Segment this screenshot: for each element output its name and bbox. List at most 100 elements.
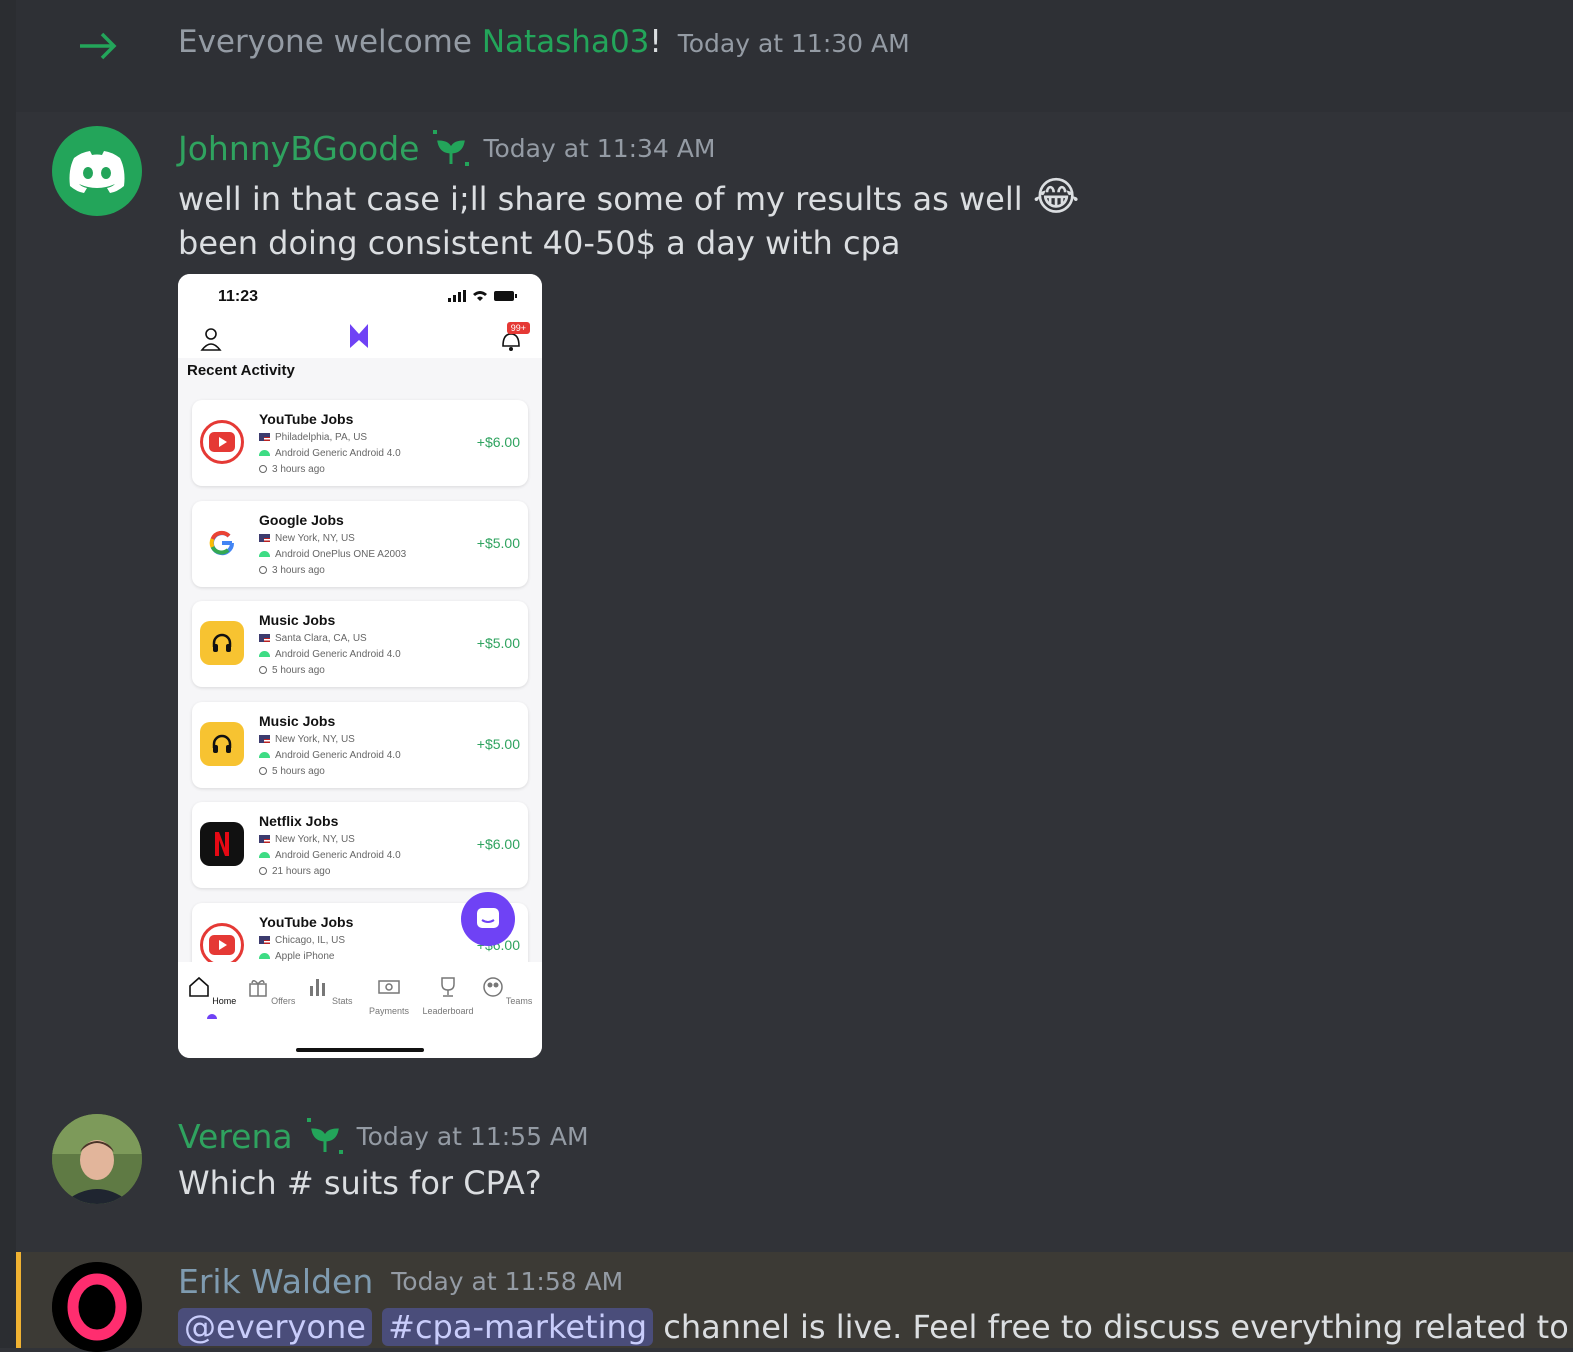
phone-status-bar: 11:23 bbox=[178, 274, 542, 324]
tab-payments[interactable]: Payments bbox=[361, 976, 417, 1016]
job-amount: +$6.00 bbox=[476, 836, 520, 852]
message-line-1: well in that case i;ll share some of my … bbox=[178, 174, 1080, 220]
location-text: New York, NY, US bbox=[275, 733, 355, 745]
time-text: 5 hours ago bbox=[272, 765, 325, 777]
sprout-badge-icon bbox=[306, 1118, 343, 1154]
message-text: well in that case i;ll share some of my … bbox=[178, 180, 1023, 218]
phone-app-bar: 99+ bbox=[178, 322, 542, 358]
location-text: Chicago, IL, US bbox=[275, 934, 346, 946]
cash-icon bbox=[378, 980, 400, 994]
ring-logo-icon bbox=[52, 1262, 142, 1352]
job-title: Google Jobs bbox=[259, 511, 344, 528]
job-amount: +$5.00 bbox=[476, 534, 520, 551]
job-time: 5 hours ago bbox=[259, 766, 325, 777]
device-icon bbox=[259, 751, 270, 758]
system-message-text: Everyone welcome Natasha03! Today at 11:… bbox=[178, 24, 910, 60]
job-amount: +$6.00 bbox=[476, 434, 520, 450]
author-name[interactable]: JohnnyBGoode bbox=[178, 129, 419, 168]
tab-home[interactable]: Home bbox=[184, 976, 240, 1019]
tab-stats[interactable]: Stats bbox=[302, 976, 358, 1006]
location-text: New York, NY, US bbox=[275, 834, 355, 845]
home-icon bbox=[188, 976, 209, 997]
trophy-icon bbox=[441, 977, 455, 997]
section-title: Recent Activity bbox=[187, 362, 295, 379]
us-flag-icon bbox=[259, 935, 270, 944]
tab-teams[interactable]: Teams bbox=[479, 976, 535, 1006]
activity-card[interactable]: Google Jobs New York, NY, US Android OnePl… bbox=[192, 500, 528, 587]
chat-fab-button[interactable] bbox=[461, 892, 515, 946]
everyone-mention[interactable]: @everyone bbox=[178, 1308, 372, 1346]
device-text: Android Generic Android 4.0 bbox=[275, 649, 401, 660]
job-title: Music Jobs bbox=[259, 612, 336, 628]
timestamp: Today at 11:58 AM bbox=[391, 1267, 624, 1296]
joined-username[interactable]: Natasha03 bbox=[482, 24, 650, 60]
tab-label: Payments bbox=[368, 1006, 410, 1016]
job-location: Philadelphia, PA, US bbox=[259, 432, 367, 443]
timestamp: Today at 11:30 AM bbox=[677, 29, 910, 58]
image-attachment[interactable]: 11:23 99+ Recent Activity YouTube Jobs Ph… bbox=[178, 274, 542, 1058]
job-location: New York, NY, US bbox=[259, 834, 355, 845]
system-suffix: ! bbox=[649, 24, 662, 60]
app-logo-icon bbox=[350, 324, 368, 348]
job-amount: +$5.00 bbox=[476, 635, 520, 651]
device-text: Apple iPhone bbox=[275, 950, 335, 962]
tab-label: Stats bbox=[332, 996, 353, 1006]
time-text: 21 hours ago bbox=[272, 866, 331, 877]
device-icon bbox=[259, 550, 270, 557]
job-location: New York, NY, US bbox=[259, 734, 355, 745]
channel-link[interactable]: #cpa-marketing bbox=[382, 1308, 654, 1346]
tab-leaderboard[interactable]: Leaderboard bbox=[420, 976, 476, 1016]
tab-offers[interactable]: Offers bbox=[243, 976, 299, 1006]
device-text: Android Generic Android 4.0 bbox=[275, 850, 401, 861]
avatar[interactable] bbox=[52, 1114, 142, 1204]
signal-icon bbox=[448, 290, 466, 302]
us-flag-icon bbox=[259, 433, 270, 442]
message-header: JohnnyBGoode Today at 11:34 AM bbox=[178, 128, 715, 168]
author-name[interactable]: Verena bbox=[178, 1117, 293, 1156]
home-indicator bbox=[296, 1048, 424, 1052]
location-text: Philadelphia, PA, US bbox=[275, 432, 368, 443]
left-gutter bbox=[0, 0, 16, 1348]
job-title: Netflix Jobs bbox=[259, 813, 339, 829]
avatar[interactable] bbox=[52, 126, 142, 216]
chat-icon bbox=[477, 908, 499, 928]
message-header: Verena Today at 11:55 AM bbox=[178, 1116, 589, 1156]
job-title: YouTube Jobs bbox=[259, 913, 354, 930]
tab-label: Home bbox=[212, 996, 237, 1006]
message-header: Erik Walden Today at 11:58 AM bbox=[178, 1262, 623, 1301]
message-text: Which # suits for CPA? bbox=[178, 1164, 542, 1202]
mention-highlight-bar bbox=[16, 1252, 21, 1348]
tab-label: Leaderboard bbox=[422, 1006, 474, 1016]
message-erik: Erik Walden Today at 11:58 AM @everyone … bbox=[16, 1252, 1573, 1352]
job-amount: +$5.00 bbox=[476, 735, 520, 752]
job-time: 3 hours ago bbox=[259, 464, 325, 475]
job-location: Santa Clara, CA, US bbox=[259, 633, 367, 644]
location-text: Santa Clara, CA, US bbox=[275, 633, 367, 644]
activity-card[interactable]: Music Jobs New York, NY, US Android Generi… bbox=[192, 701, 528, 788]
job-time: 21 hours ago bbox=[259, 866, 330, 877]
us-flag-icon bbox=[259, 533, 270, 542]
wifi-icon bbox=[473, 291, 487, 301]
device-text: Android Generic Android 4.0 bbox=[275, 749, 401, 761]
job-device: Android OnePlus ONE A2003 bbox=[259, 549, 406, 560]
battery-icon bbox=[494, 291, 517, 301]
device-icon bbox=[259, 852, 270, 859]
user-photo bbox=[52, 1114, 142, 1204]
activity-card[interactable]: YouTube Jobs Philadelphia, PA, US Android … bbox=[192, 400, 528, 486]
job-device: Android Generic Android 4.0 bbox=[259, 750, 401, 761]
avatar[interactable] bbox=[52, 1262, 142, 1352]
sprout-badge-icon bbox=[433, 130, 470, 166]
job-title: Music Jobs bbox=[259, 712, 336, 729]
activity-card[interactable]: Music Jobs Santa Clara, CA, US Android Gen… bbox=[192, 601, 528, 687]
device-icon bbox=[259, 450, 270, 457]
author-name[interactable]: Erik Walden bbox=[178, 1262, 373, 1301]
time-text: 3 hours ago bbox=[272, 564, 325, 576]
notification-badge: 99+ bbox=[506, 322, 530, 334]
device-icon bbox=[259, 651, 270, 658]
profile-icon[interactable] bbox=[200, 326, 222, 352]
activity-card[interactable]: Netflix Jobs New York, NY, US Android Gene… bbox=[192, 802, 528, 888]
status-icons bbox=[448, 290, 518, 302]
join-arrow-icon bbox=[80, 32, 117, 60]
us-flag-icon bbox=[259, 835, 270, 844]
phone-tab-bar: Home Offers Stats Payments Leaderboard T… bbox=[178, 962, 542, 1058]
